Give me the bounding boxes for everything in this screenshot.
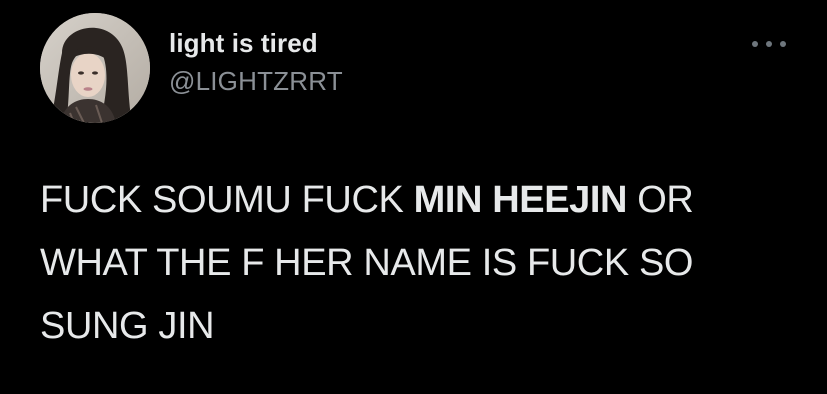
more-horizontal-icon [752,41,758,47]
more-horizontal-icon [780,41,786,47]
tweet-text: FUCK SOUMU FUCK MIN HEEJIN OR WHAT THE F… [40,169,800,358]
more-horizontal-icon [766,41,772,47]
tweet-card: light is tired @LIGHTZRRT FUCK SOUMU FUC… [0,0,827,394]
profile-photo [40,13,150,123]
avatar[interactable] [40,13,150,123]
more-options-button[interactable] [752,32,786,56]
tweet-text-part: FUCK SOUMU FUCK [40,179,414,221]
display-name[interactable]: light is tired [169,28,318,59]
tweet-text-bold: MIN HEEJIN [413,179,628,221]
user-handle[interactable]: @LIGHTZRRT [169,66,343,97]
